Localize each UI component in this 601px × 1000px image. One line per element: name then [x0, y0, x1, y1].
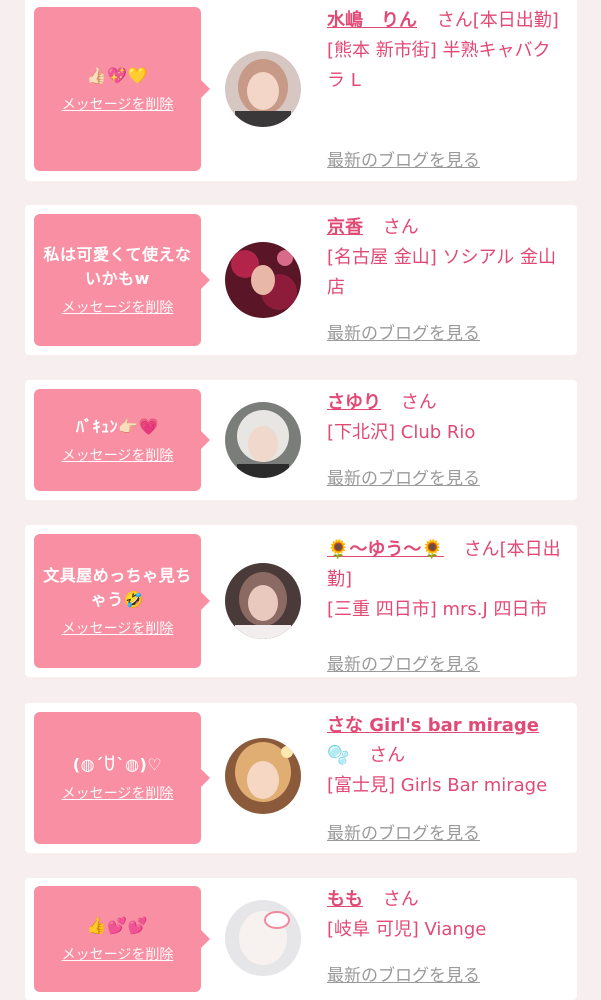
avatar[interactable] — [225, 563, 301, 639]
shop-info: [下北沢] Club Rio — [327, 422, 476, 443]
delete-message-link[interactable]: メッセージを削除 — [62, 445, 174, 465]
message-text: 私は可愛くて使えないかもw — [43, 245, 192, 288]
girl-name-link[interactable]: 🌻〜ゆう〜🌻 — [327, 539, 444, 560]
girl-name-link[interactable]: さな Girl's bar mirage — [327, 715, 539, 736]
girl-info: さな Girl's bar mirage 🫧 さん [富士見] Girls Ba… — [327, 711, 563, 844]
message-bubble: 文具屋めっちゃ見ちゃう🤣 メッセージを削除 — [34, 534, 210, 668]
message-card: 文具屋めっちゃ見ちゃう🤣 メッセージを削除 🌻〜ゆう〜🌻 さん[本日出勤] [三… — [25, 525, 577, 677]
shop-info: [富士見] Girls Bar mirage — [327, 775, 548, 796]
avatar[interactable] — [225, 900, 301, 976]
message-bubble: 私は可愛くて使えないかもw メッセージを削除 — [34, 214, 210, 346]
message-card: 私は可愛くて使えないかもw メッセージを削除 京香 さん [名古屋 金山] ソシ… — [25, 205, 577, 355]
avatar[interactable] — [225, 242, 301, 318]
message-bubble: ﾊﾞｷｭﾝ👉🏻💗 メッセージを削除 — [34, 389, 210, 491]
delete-message-link[interactable]: メッセージを削除 — [62, 618, 174, 638]
delete-message-link[interactable]: メッセージを削除 — [62, 94, 174, 114]
delete-message-link[interactable]: メッセージを削除 — [62, 783, 174, 803]
shop-info: [岐阜 可児] Viange — [327, 919, 487, 940]
message-text: 文具屋めっちゃ見ちゃう🤣 — [43, 566, 192, 609]
honorific: さん — [369, 745, 406, 766]
message-text: (◍´ꇴ`◍)♡ — [72, 755, 163, 774]
delete-message-link[interactable]: メッセージを削除 — [62, 297, 174, 317]
honorific: さん — [382, 889, 419, 910]
honorific: さん — [400, 392, 437, 413]
name-emoji: 🫧 — [327, 745, 350, 766]
message-text: 👍🏻💖💛 — [86, 66, 149, 85]
shop-info: [三重 四日市] mrs.J 四日市 — [327, 599, 548, 620]
message-bubble: 👍💕💕 メッセージを削除 — [34, 886, 210, 992]
work-status: [本日出勤] — [472, 10, 559, 31]
latest-blog-link[interactable]: 最新のブログを見る — [327, 961, 480, 986]
shop-info: [熊本 新市街] 半熟キャバクラ L — [327, 40, 551, 91]
latest-blog-link[interactable]: 最新のブログを見る — [327, 319, 480, 344]
shop-info: [名古屋 金山] ソシアル 金山店 — [327, 247, 557, 298]
avatar[interactable] — [225, 738, 301, 814]
girl-name-link[interactable]: もも — [327, 889, 363, 910]
girl-info: 水嶋 りん さん[本日出勤] [熊本 新市街] 半熟キャバクラ L 最新のブログ… — [327, 6, 563, 171]
latest-blog-link[interactable]: 最新のブログを見る — [327, 146, 480, 171]
message-card: 👍🏻💖💛 メッセージを削除 水嶋 りん さん[本日出勤] [熊本 新市街] 半熟… — [25, 0, 577, 181]
girl-name-link[interactable]: 京香 — [327, 217, 363, 238]
avatar[interactable] — [225, 51, 301, 127]
latest-blog-link[interactable]: 最新のブログを見る — [327, 819, 480, 844]
message-list: 👍🏻💖💛 メッセージを削除 水嶋 りん さん[本日出勤] [熊本 新市街] 半熟… — [0, 0, 601, 1000]
latest-blog-link[interactable]: 最新のブログを見る — [327, 464, 480, 489]
delete-message-link[interactable]: メッセージを削除 — [62, 944, 174, 964]
avatar[interactable] — [225, 402, 301, 478]
latest-blog-link[interactable]: 最新のブログを見る — [327, 650, 480, 675]
honorific: さん — [382, 217, 419, 238]
girl-name-link[interactable]: 水嶋 りん — [327, 10, 417, 31]
girl-info: さゆり さん [下北沢] Club Rio 最新のブログを見る — [327, 388, 563, 489]
honorific: さん — [436, 10, 473, 31]
message-card: (◍´ꇴ`◍)♡ メッセージを削除 さな Girl's bar mirage 🫧… — [25, 703, 577, 853]
message-bubble: (◍´ꇴ`◍)♡ メッセージを削除 — [34, 712, 210, 844]
honorific: さん — [463, 539, 500, 560]
message-text: ﾊﾞｷｭﾝ👉🏻💗 — [76, 417, 159, 436]
message-card: 👍💕💕 メッセージを削除 もも さん [岐阜 可児] Viange 最新のブログ… — [25, 878, 577, 1000]
girl-info: 京香 さん [名古屋 金山] ソシアル 金山店 最新のブログを見る — [327, 213, 563, 344]
message-bubble: 👍🏻💖💛 メッセージを削除 — [34, 7, 210, 171]
girl-info: 🌻〜ゆう〜🌻 さん[本日出勤] [三重 四日市] mrs.J 四日市 最新のブロ… — [327, 535, 563, 675]
girl-info: もも さん [岐阜 可児] Viange 最新のブログを見る — [327, 885, 563, 986]
message-card: ﾊﾞｷｭﾝ👉🏻💗 メッセージを削除 さゆり さん [下北沢] Club Rio … — [25, 380, 577, 500]
message-text: 👍💕💕 — [86, 916, 149, 935]
girl-name-link[interactable]: さゆり — [327, 392, 381, 413]
